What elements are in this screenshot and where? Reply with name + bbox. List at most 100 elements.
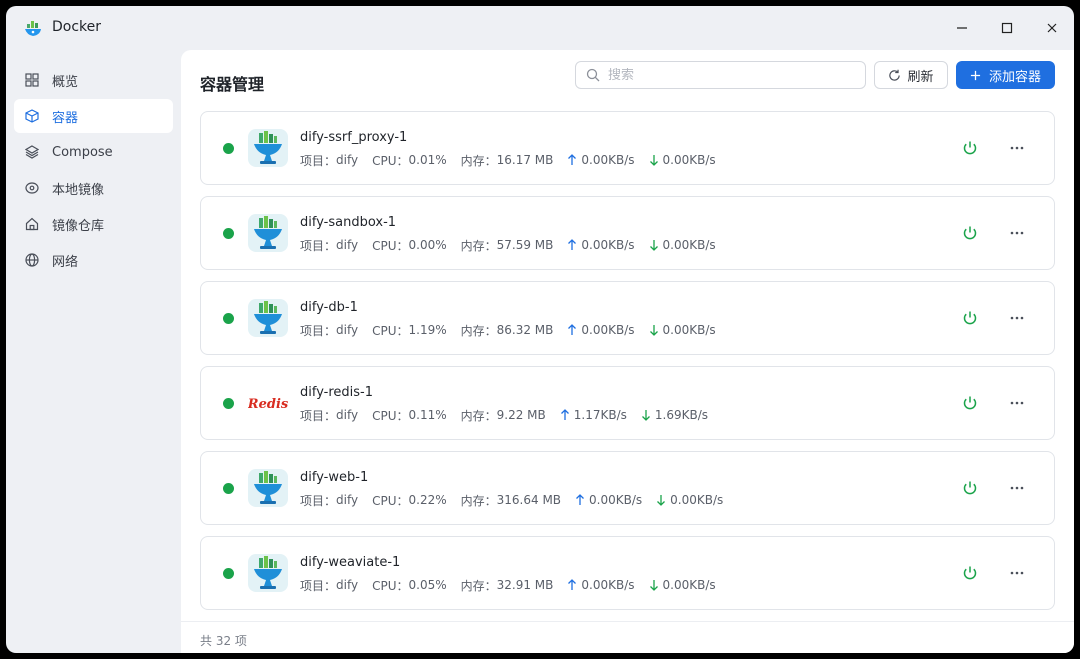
search-box[interactable] xyxy=(575,61,866,89)
power-icon[interactable] xyxy=(961,564,979,582)
container-card[interactable]: dify-db-1 项目： dify CPU： 1.19% 内存： 86.32 MB … xyxy=(200,281,1055,355)
cpu-value: 1.19% xyxy=(408,323,447,337)
upload-rate: 0.00KB/s xyxy=(581,323,635,337)
more-options-button[interactable] xyxy=(1006,224,1028,242)
cpu-value: 0.22% xyxy=(408,493,447,507)
power-icon[interactable] xyxy=(961,139,979,157)
project-label: 项目： xyxy=(300,408,337,423)
main-panel: 容器管理 刷新 添加容器 dify-ssrf_proxy xyxy=(181,50,1074,653)
power-icon[interactable] xyxy=(961,224,979,242)
grid-icon xyxy=(24,72,40,88)
sidebar-item-label: 镜像仓库 xyxy=(52,218,105,234)
dify-app-icon xyxy=(248,469,288,507)
plus-icon xyxy=(970,70,981,80)
memory-label: 内存： xyxy=(460,323,497,338)
add-container-button[interactable]: 添加容器 xyxy=(956,61,1055,89)
project-label: 项目： xyxy=(300,578,337,593)
cpu-value: 0.00% xyxy=(408,238,447,252)
memory-value: 9.22 MB xyxy=(496,408,546,422)
total-count: 共 32 项 xyxy=(200,634,247,648)
container-card[interactable]: dify-ssrf_proxy-1 项目： dify CPU： 0.01% 内存： 1… xyxy=(200,111,1055,185)
more-icon xyxy=(1010,231,1024,235)
more-icon xyxy=(1010,571,1024,575)
house-icon xyxy=(24,216,40,232)
memory-label: 内存： xyxy=(460,238,497,253)
cpu-value: 0.05% xyxy=(408,578,447,592)
refresh-button[interactable]: 刷新 xyxy=(874,61,948,89)
upload-rate: 0.00KB/s xyxy=(581,578,635,592)
more-options-button[interactable] xyxy=(1006,479,1028,497)
memory-value: 16.17 MB xyxy=(496,153,554,167)
status-running-dot xyxy=(223,143,234,154)
dify-app-icon xyxy=(248,299,288,337)
dify-app-icon xyxy=(248,214,288,252)
cpu-label: CPU： xyxy=(372,238,409,253)
project-value: dify xyxy=(336,323,359,337)
power-icon[interactable] xyxy=(961,309,979,327)
project-label: 项目： xyxy=(300,238,337,253)
container-name: dify-redis-1 xyxy=(300,385,374,400)
upload-arrow-icon xyxy=(560,409,569,420)
upload-rate: 1.17KB/s xyxy=(573,408,627,422)
upload-rate: 0.00KB/s xyxy=(589,493,643,507)
sidebar-item-overview[interactable]: 概览 xyxy=(14,63,173,97)
more-options-button[interactable] xyxy=(1006,564,1028,582)
search-input[interactable] xyxy=(608,67,858,83)
sidebar-item-local-images[interactable]: 本地镜像 xyxy=(14,171,173,205)
download-rate: 0.00KB/s xyxy=(662,578,716,592)
cpu-value: 0.11% xyxy=(408,408,447,422)
container-card[interactable]: dify-sandbox-1 项目： dify CPU： 0.00% 内存： 57.5… xyxy=(200,196,1055,270)
maximize-button[interactable] xyxy=(995,16,1019,40)
svg-text:Redis: Redis xyxy=(248,397,288,412)
container-stats: 项目： dify CPU： 1.19% 内存： 86.32 MB 0.00KB/s 0… xyxy=(300,322,730,338)
upload-arrow-icon xyxy=(576,494,584,505)
more-icon xyxy=(1010,316,1024,320)
minimize-icon xyxy=(957,27,967,29)
sidebar-item-containers[interactable]: 容器 xyxy=(14,99,173,133)
status-running-dot xyxy=(223,313,234,324)
memory-value: 32.91 MB xyxy=(496,578,554,592)
disc-icon xyxy=(24,180,40,196)
download-rate: 1.69KB/s xyxy=(654,408,709,422)
container-name: dify-sandbox-1 xyxy=(300,215,397,230)
sidebar-item-label: 网络 xyxy=(52,254,79,270)
layers-icon xyxy=(24,144,40,160)
container-stats: 项目： dify CPU： 0.01% 内存： 16.17 MB 0.00KB/s 0… xyxy=(300,152,730,168)
power-icon[interactable] xyxy=(961,479,979,497)
container-name: dify-db-1 xyxy=(300,300,358,315)
container-card[interactable]: Redis dify-redis-1 项目： dify CPU： 0.11% 内存：… xyxy=(200,366,1055,440)
app-window: Docker 概览 容器 Compose 本地镜像 镜像仓库 网络 容器管理 搜… xyxy=(6,6,1074,653)
cube-icon xyxy=(24,108,40,124)
more-options-button[interactable] xyxy=(1006,394,1028,412)
more-icon xyxy=(1010,486,1024,490)
maximize-icon xyxy=(1001,22,1013,34)
redis-logo-icon: Redis xyxy=(248,397,288,412)
container-stats: 项目： dify CPU： 0.11% 内存： 9.22 MB 1.17KB/s 1.… xyxy=(300,407,722,423)
container-stats: 项目： dify CPU： 0.00% 内存： 57.59 MB 0.00KB/s 0… xyxy=(300,237,730,253)
container-card[interactable]: dify-weaviate-1 项目： dify CPU： 0.05% 内存： 32.… xyxy=(200,536,1055,610)
close-button[interactable] xyxy=(1040,16,1064,40)
project-label: 项目： xyxy=(300,323,337,338)
sidebar-item-compose[interactable]: Compose xyxy=(14,135,173,169)
container-card[interactable]: dify-web-1 项目： dify CPU： 0.22% 内存： 316.64 M… xyxy=(200,451,1055,525)
cpu-label: CPU： xyxy=(372,323,409,338)
upload-arrow-icon xyxy=(568,239,577,250)
download-arrow-icon xyxy=(649,325,658,336)
upload-arrow-icon xyxy=(568,324,577,335)
minimize-button[interactable] xyxy=(950,16,974,40)
memory-value: 316.64 MB xyxy=(496,493,562,507)
project-value: dify xyxy=(336,238,359,252)
power-icon[interactable] xyxy=(961,394,979,412)
container-list: dify-ssrf_proxy-1 项目： dify CPU： 0.01% 内存： 1… xyxy=(200,111,1056,613)
sidebar-item-label: Compose xyxy=(52,144,113,160)
download-arrow-icon xyxy=(641,410,650,421)
sidebar-item-network[interactable]: 网络 xyxy=(14,243,173,277)
refresh-label: 刷新 xyxy=(907,69,934,85)
dify-app-icon xyxy=(248,554,288,592)
sidebar: 概览 容器 Compose 本地镜像 镜像仓库 网络 xyxy=(6,50,180,653)
sidebar-item-registry[interactable]: 镜像仓库 xyxy=(14,207,173,241)
docker-app-icon xyxy=(25,21,41,36)
memory-label: 内存： xyxy=(460,408,497,423)
more-options-button[interactable] xyxy=(1006,139,1028,157)
more-options-button[interactable] xyxy=(1006,309,1028,327)
